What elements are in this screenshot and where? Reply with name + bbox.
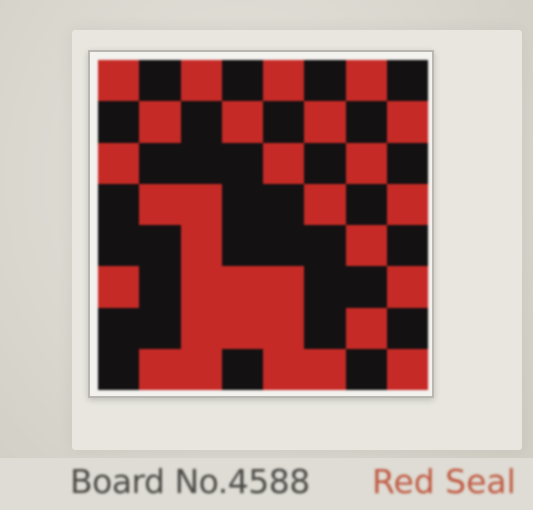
red-cell	[180, 266, 222, 308]
red-cell	[180, 348, 222, 390]
red-cell	[263, 307, 305, 349]
red-cell	[221, 266, 263, 308]
black-cell	[221, 225, 263, 267]
black-cell	[221, 142, 263, 184]
black-cell	[98, 183, 140, 225]
red-cell	[180, 225, 222, 267]
black-cell	[139, 60, 181, 102]
seal-label: Red Seal	[372, 462, 516, 501]
black-cell	[263, 183, 305, 225]
black-cell	[304, 307, 346, 349]
red-cell	[221, 307, 263, 349]
black-cell	[263, 225, 305, 267]
red-cell	[98, 142, 140, 184]
black-cell	[304, 266, 346, 308]
black-cell	[98, 307, 140, 349]
black-cell	[263, 101, 305, 143]
red-cell	[180, 60, 222, 102]
red-cell	[345, 142, 387, 184]
black-cell	[139, 225, 181, 267]
black-cell	[304, 60, 346, 102]
red-cell	[304, 183, 346, 225]
red-cell	[139, 101, 181, 143]
black-cell	[98, 348, 140, 390]
red-cell	[221, 101, 263, 143]
black-cell	[139, 266, 181, 308]
black-cell	[221, 348, 263, 390]
red-cell	[304, 101, 346, 143]
red-cell	[263, 142, 305, 184]
black-cell	[386, 307, 428, 349]
black-cell	[221, 60, 263, 102]
black-cell	[386, 225, 428, 267]
red-cell	[345, 60, 387, 102]
checker-board	[98, 60, 428, 390]
red-cell	[386, 183, 428, 225]
black-cell	[221, 183, 263, 225]
red-cell	[263, 266, 305, 308]
red-cell	[139, 348, 181, 390]
red-cell	[180, 183, 222, 225]
black-cell	[139, 142, 181, 184]
red-cell	[180, 307, 222, 349]
red-cell	[386, 266, 428, 308]
red-cell	[263, 348, 305, 390]
black-cell	[98, 225, 140, 267]
red-cell	[98, 60, 140, 102]
black-cell	[139, 307, 181, 349]
black-cell	[304, 225, 346, 267]
board-number-label: Board No.4588	[70, 462, 310, 501]
black-cell	[345, 101, 387, 143]
red-cell	[139, 183, 181, 225]
black-cell	[304, 142, 346, 184]
red-cell	[304, 348, 346, 390]
black-cell	[98, 101, 140, 143]
black-cell	[180, 101, 222, 143]
black-cell	[180, 142, 222, 184]
black-cell	[386, 142, 428, 184]
black-cell	[345, 348, 387, 390]
red-cell	[345, 225, 387, 267]
black-cell	[386, 60, 428, 102]
red-cell	[263, 60, 305, 102]
red-cell	[345, 307, 387, 349]
red-cell	[98, 266, 140, 308]
black-cell	[345, 266, 387, 308]
black-cell	[345, 183, 387, 225]
red-cell	[386, 348, 428, 390]
red-cell	[386, 101, 428, 143]
